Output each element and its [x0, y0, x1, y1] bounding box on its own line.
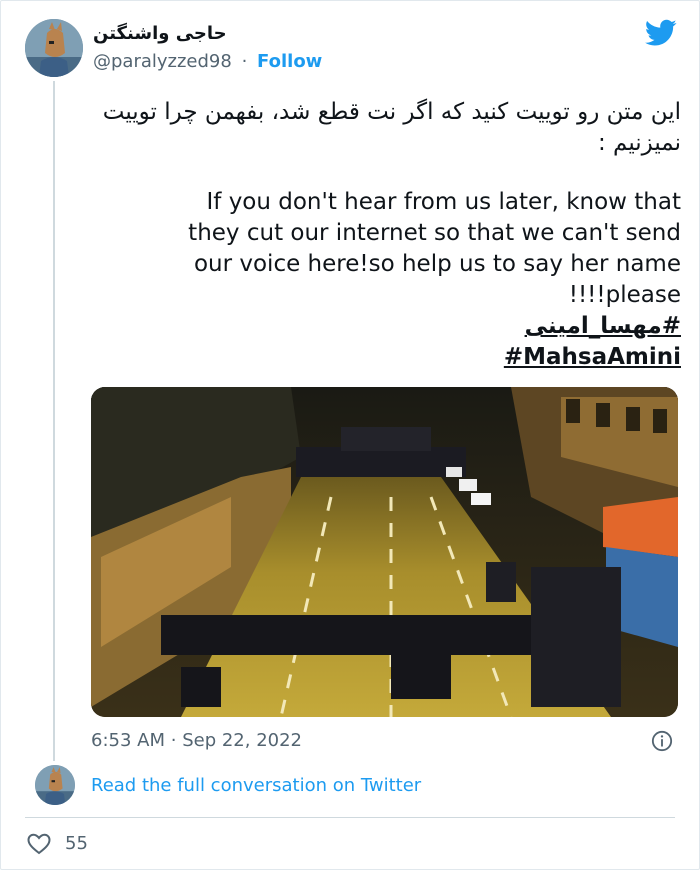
reply-avatar[interactable] — [35, 765, 75, 805]
footer-divider — [25, 817, 675, 818]
tweet-english-text: If you don't hear from us later, know th… — [101, 187, 681, 311]
follow-button[interactable]: Follow — [257, 51, 322, 72]
tweet-timestamp[interactable]: 6:53 AM · Sep 22, 2022 — [91, 730, 302, 751]
hashtag-link[interactable]: #مهسا_امینی — [101, 311, 681, 342]
author-avatar[interactable] — [25, 19, 83, 77]
twitter-bird-icon[interactable] — [645, 19, 677, 47]
read-full-conversation-link[interactable]: Read the full conversation on Twitter — [91, 775, 421, 796]
author-handle-row: @paralyzzed98 · Follow — [93, 51, 322, 72]
tweet-persian-text: این متن رو توییت کنید که اگر نت قطع شد، … — [102, 99, 681, 156]
tweet-body: این متن رو توییت کنید که اگر نت قطع شد، … — [101, 97, 681, 373]
hashtag-link[interactable]: #MahsaAmini — [101, 342, 681, 373]
tweet-english-line: please!!!! — [568, 282, 681, 308]
info-icon[interactable] — [651, 730, 673, 752]
tweet-english-line: they cut our internet so that we can't s… — [188, 220, 681, 246]
tweet-time: 6:53 AM — [91, 730, 165, 751]
tweet-photo[interactable] — [91, 387, 678, 717]
tweet-date: Sep 22, 2022 — [182, 730, 303, 751]
author-display-name[interactable]: حاجی واشنگتن — [93, 23, 227, 44]
like-count: 55 — [65, 833, 88, 854]
thread-line — [53, 81, 55, 761]
timestamp-separator: · — [170, 730, 177, 751]
author-handle[interactable]: @paralyzzed98 — [93, 51, 232, 72]
tweet-english-line: our voice here!so help us to say her nam… — [193, 251, 681, 277]
handle-separator: · — [241, 51, 248, 72]
tweet-card: حاجی واشنگتن @paralyzzed98 · Follow این … — [0, 0, 700, 870]
tweet-english-line: If you don't hear from us later, know th… — [206, 189, 682, 215]
heart-icon[interactable] — [27, 833, 51, 855]
